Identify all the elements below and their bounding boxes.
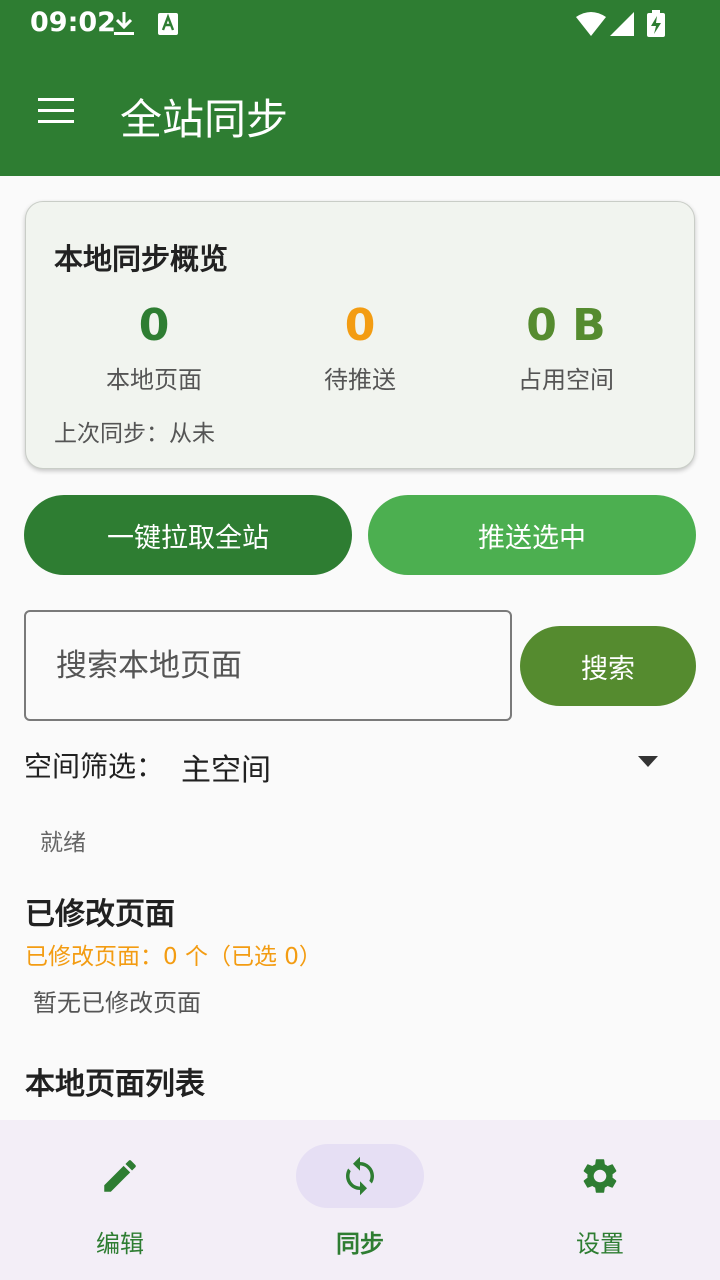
modified-pages-title: 已修改页面 [25,897,175,932]
nav-label: 设置 [576,1230,624,1258]
space-filter-select[interactable]: 主空间 [181,745,271,789]
stat-label: 占用空间 [518,366,614,394]
last-sync-text: 上次同步：从未 [54,421,215,447]
modified-pages-count: 已修改页面：0 个（已选 0） [25,944,322,970]
sync-overview-card: 本地同步概览 0 本地页面 0 待推送 0 B 占用空间 上次同步：从未 [25,201,695,469]
stat-pending-push: 0 待推送 [260,300,460,395]
stat-storage-used: 0 B 占用空间 [466,300,666,395]
search-input[interactable] [56,642,486,690]
nav-item-sync[interactable]: 同步 [240,1120,480,1280]
space-filter-label: 空间筛选： [24,750,165,783]
stat-value: 0 [344,300,376,351]
nav-label: 同步 [336,1230,384,1258]
font-icon [158,13,178,35]
stat-label: 待推送 [324,366,396,394]
search-button[interactable]: 搜索 [520,626,696,706]
search-field [24,610,512,721]
overview-title: 本地同步概览 [54,242,229,276]
signal-icon [610,12,634,36]
status-time: 09:02 [30,7,116,38]
status-text: 就绪 [40,830,86,856]
push-selected-button[interactable]: 推送选中 [368,495,696,575]
hamburger-menu-icon[interactable] [38,98,74,126]
app-bar: 全站同步 [0,48,720,176]
chevron-down-icon[interactable] [638,756,658,767]
nav-item-edit[interactable]: 编辑 [0,1120,240,1280]
local-pages-list-title: 本地页面列表 [25,1067,205,1102]
modified-pages-empty: 暂无已修改页面 [33,989,201,1017]
pull-all-button[interactable]: 一键拉取全站 [24,495,352,575]
stat-value: 0 B [526,300,606,351]
stat-label: 本地页面 [106,366,202,394]
pencil-icon [104,1160,136,1192]
bottom-navigation: 编辑 同步 设置 [0,1120,720,1280]
stat-value: 0 [138,300,170,351]
page-title: 全站同步 [120,95,289,144]
battery-charging-icon [647,10,665,37]
nav-item-settings[interactable]: 设置 [480,1120,720,1280]
wifi-icon [576,12,606,36]
stat-local-pages: 0 本地页面 [54,300,254,395]
download-icon [114,12,134,35]
status-bar: 09:02 [0,0,720,48]
gear-icon [583,1159,617,1193]
sync-icon [346,1156,374,1196]
nav-label: 编辑 [96,1230,144,1258]
